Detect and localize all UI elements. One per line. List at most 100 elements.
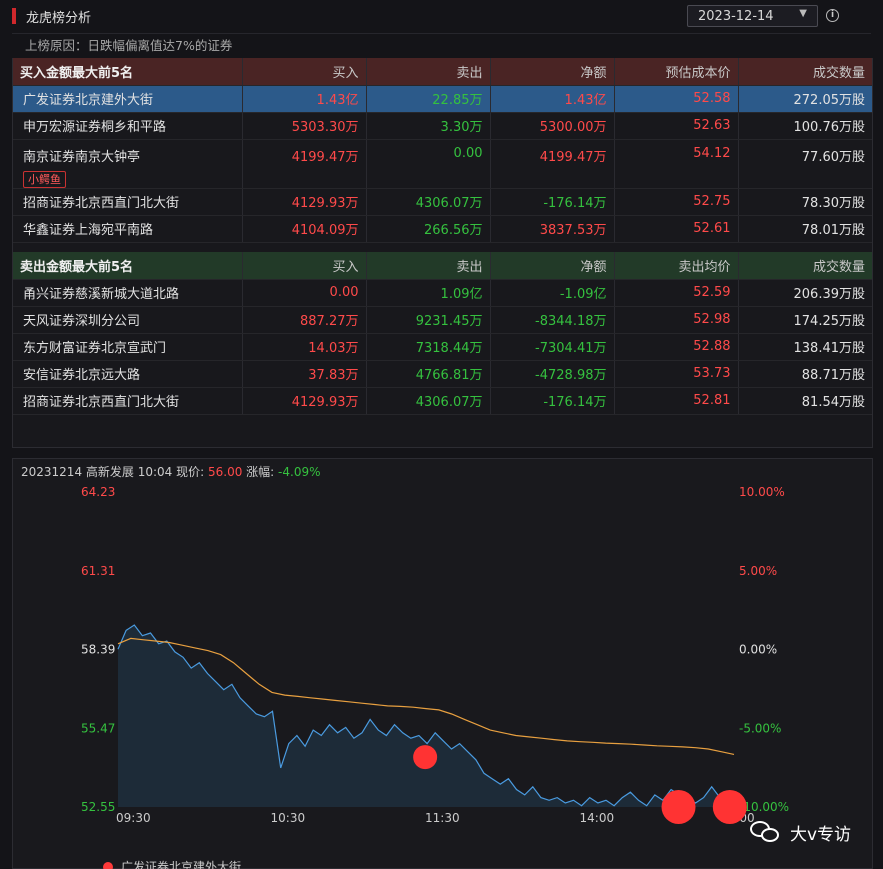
buy-column-header: 买入	[242, 58, 367, 86]
buy-amount-cell: 0.00	[242, 279, 367, 307]
date-select-value: 2023-12-14	[698, 8, 774, 24]
y-right-tick-label: -5.00%	[739, 721, 781, 735]
sell-amount-cell: 3.30万	[366, 112, 491, 140]
volume-cell: 77.60万股	[738, 139, 872, 189]
net-amount-cell: -176.14万	[490, 387, 615, 415]
net-amount-cell: -4728.98万	[490, 360, 615, 388]
volume-cell: 78.01万股	[738, 215, 872, 243]
watermark-text: 大v专访	[790, 824, 852, 845]
sell-column-header: 卖出金额最大前5名	[13, 252, 243, 280]
volume-cell: 174.25万股	[738, 306, 872, 334]
sell-table-row[interactable]: 东方财富证券北京宣武门 14.03万 7318.44万 -7304.41万 52.88 1…	[13, 333, 872, 361]
sell-table-row[interactable]: 甬兴证券慈溪新城大道北路 0.00 1.09亿 -1.09亿 52.59 206.39万股	[13, 279, 872, 307]
net-amount-cell: 3837.53万	[490, 215, 615, 243]
date-select[interactable]: 2023-12-14 ▼	[687, 5, 818, 27]
seat-table: 买入金额最大前5名 买入 卖出 净额 预估成本价 成交数量 广发证券北京建外大街 1.43亿 2…	[13, 58, 872, 415]
seat-name-cell[interactable]: 安信证券北京远大路	[13, 360, 243, 388]
price-cell: 52.61	[614, 215, 739, 243]
sell-amount-cell: 4766.81万	[366, 360, 491, 388]
buy-amount-cell: 4129.93万	[242, 387, 367, 415]
volume-cell: 88.71万股	[738, 360, 872, 388]
net-amount-cell: 4199.47万	[490, 139, 615, 189]
legend-marker-icon	[103, 861, 113, 869]
price-cell: 52.98	[614, 306, 739, 334]
net-amount-cell: 1.43亿	[490, 85, 615, 113]
buy-table-row[interactable]: 申万宏源证券桐乡和平路 5303.30万 3.30万 5300.00万 52.63 100…	[13, 112, 872, 140]
net-amount-cell: -7304.41万	[490, 333, 615, 361]
sell-table-row[interactable]: 安信证券北京远大路 37.83万 4766.81万 -4728.98万 53.73 88.…	[13, 360, 872, 388]
y-left-tick-label: 64.23	[81, 485, 115, 499]
sell-amount-cell: 4306.07万	[366, 188, 491, 216]
chevron-down-icon: ▼	[799, 8, 807, 19]
buy-table-row[interactable]: 华鑫证券上海宛平南路 4104.09万 266.56万 3837.53万 52.61 78…	[13, 215, 872, 243]
sell-amount-cell: 1.09亿	[366, 279, 491, 307]
seat-name: 华鑫证券上海宛平南路	[23, 223, 154, 238]
seat-name-cell[interactable]: 天风证券深圳分公司	[13, 306, 243, 334]
y-left-tick-label: 61.31	[81, 564, 115, 578]
y-left-tick-label: 55.47	[81, 721, 115, 735]
buy-amount-cell: 4129.93万	[242, 188, 367, 216]
buy-table-row[interactable]: 广发证券北京建外大街 1.43亿 22.85万 1.43亿 52.58 272.05万股	[13, 85, 872, 113]
x-tick-label: 09:30	[116, 811, 151, 825]
seat-tag-badge: 小鳄鱼	[23, 170, 66, 187]
y-right-tick-label: 5.00%	[739, 564, 777, 578]
y-right-tick-label: 0.00%	[739, 643, 777, 657]
sell-amount-cell: 9231.45万	[366, 306, 491, 334]
watermark: 大v专访	[748, 819, 851, 845]
seat-name-cell[interactable]: 甬兴证券慈溪新城大道北路	[13, 279, 243, 307]
y-left-tick-label: 52.55	[81, 800, 115, 814]
buy-table-row[interactable]: 招商证券北京西直门北大街 4129.93万 4306.07万 -176.14万 52.7…	[13, 188, 872, 216]
sell-table-row[interactable]: 天风证券深圳分公司 887.27万 9231.45万 -8344.18万 52.98 17…	[13, 306, 872, 334]
x-tick-label: 14:00	[580, 811, 615, 825]
seat-name: 招商证券北京西直门北大街	[23, 395, 180, 410]
info-icon[interactable]: i	[826, 9, 839, 22]
x-tick-label: 11:30	[425, 811, 460, 825]
volume-cell: 81.54万股	[738, 387, 872, 415]
buy-column-header: 净额	[490, 58, 615, 86]
buy-table-row[interactable]: 南京证券南京大钟亭 小鳄鱼 4199.47万 0.00 4199.47万 54.12 77.…	[13, 139, 872, 189]
seat-name: 申万宏源证券桐乡和平路	[23, 120, 167, 135]
buy-amount-cell: 1.43亿	[242, 85, 367, 113]
buy-column-header: 买入金额最大前5名	[13, 58, 243, 86]
price-cell: 52.58	[614, 85, 739, 113]
seat-name-cell[interactable]: 招商证券北京西直门北大街	[13, 387, 243, 415]
sell-table-row[interactable]: 招商证券北京西直门北大街 4129.93万 4306.07万 -176.14万 52.8…	[13, 387, 872, 415]
sell-amount-cell: 22.85万	[366, 85, 491, 113]
listing-reason: 上榜原因：日跌幅偏离值达7%的证券	[12, 33, 871, 57]
seat-name-cell[interactable]: 东方财富证券北京宣武门	[13, 333, 243, 361]
seat-name: 安信证券北京远大路	[23, 368, 141, 383]
chart-legend: 广发证券北京建外大街	[103, 858, 241, 869]
seat-name: 甬兴证券慈溪新城大道北路	[23, 287, 180, 302]
sell-column-header: 卖出均价	[614, 252, 739, 280]
seat-name: 南京证券南京大钟亭	[23, 149, 141, 165]
buy-amount-cell: 5303.30万	[242, 112, 367, 140]
volume-cell: 206.39万股	[738, 279, 872, 307]
y-right-tick-label: 10.00%	[739, 485, 785, 499]
buy-amount-cell: 4199.47万	[242, 139, 367, 189]
sell-column-header: 卖出	[366, 252, 491, 280]
title-accent-bar	[12, 8, 16, 24]
buy-amount-cell: 37.83万	[242, 360, 367, 388]
net-amount-cell: -176.14万	[490, 188, 615, 216]
price-cell: 52.59	[614, 279, 739, 307]
seat-trade-marker	[661, 790, 696, 824]
sell-column-header: 买入	[242, 252, 367, 280]
seat-trade-marker	[712, 790, 747, 824]
intraday-chart[interactable]: 64.23 61.31 58.39 55.47 52.55 10.00% 5.00% 0.00…	[13, 459, 872, 868]
seat-name-cell[interactable]: 招商证券北京西直门北大街	[13, 188, 243, 216]
seat-name-cell[interactable]: 申万宏源证券桐乡和平路	[13, 112, 243, 140]
buy-column-header: 卖出	[366, 58, 491, 86]
seat-name-cell[interactable]: 广发证券北京建外大街	[13, 85, 243, 113]
seat-table-panel: 买入金额最大前5名 买入 卖出 净额 预估成本价 成交数量 广发证券北京建外大街 1.43亿 2…	[12, 58, 873, 448]
seat-name-cell[interactable]: 南京证券南京大钟亭 小鳄鱼	[13, 139, 243, 189]
seat-name: 东方财富证券北京宣武门	[23, 341, 167, 356]
sell-amount-cell: 0.00	[366, 139, 491, 189]
page-title: 龙虎榜分析	[26, 10, 92, 26]
price-cell: 53.73	[614, 360, 739, 388]
sell-header-row: 卖出金额最大前5名 买入 卖出 净额 卖出均价 成交数量	[13, 252, 872, 280]
buy-amount-cell: 4104.09万	[242, 215, 367, 243]
y-left-tick-label: 58.39	[81, 643, 115, 657]
sell-column-header: 净额	[490, 252, 615, 280]
seat-name-cell[interactable]: 华鑫证券上海宛平南路	[13, 215, 243, 243]
net-amount-cell: 5300.00万	[490, 112, 615, 140]
